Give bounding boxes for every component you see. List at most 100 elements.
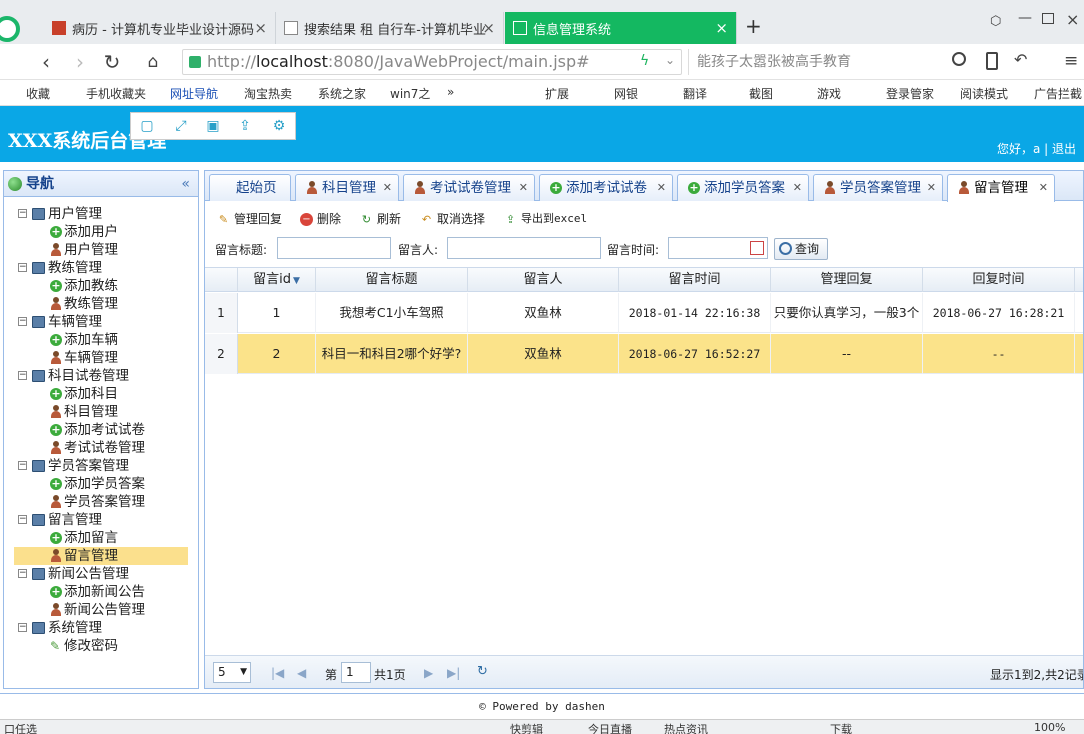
nav-group[interactable]: − 用户管理 (4, 205, 198, 223)
refresh-button[interactable]: ↻ 刷新 (360, 210, 410, 228)
fullscreen-icon[interactable]: ⤢ (173, 118, 189, 134)
search-icon[interactable] (952, 52, 966, 66)
logout-link[interactable]: 退出 (1052, 142, 1076, 156)
prev-page-icon[interactable]: ◀ (297, 666, 306, 680)
bookmark-item[interactable]: 收藏 (26, 85, 50, 102)
person-input[interactable] (447, 237, 601, 259)
table-row[interactable]: 1 1 我想考C1小车驾照 双鱼林 2018-01-14 22:16:38 只要你认真学习… (205, 293, 1083, 333)
content-tab[interactable]: + 添加学员答案 ✕ (677, 174, 809, 201)
content-tab[interactable]: 起始页 (209, 174, 291, 201)
content-tab[interactable]: 科目管理 ✕ (295, 174, 399, 201)
bookmark-item[interactable]: 网银 (614, 85, 638, 102)
collapse-toggle-icon[interactable]: − (18, 461, 27, 470)
save-icon[interactable]: ▣ (205, 118, 221, 134)
bookmark-item[interactable]: 游戏 (817, 85, 841, 102)
bookmark-item[interactable]: 截图 (749, 85, 773, 102)
nav-group[interactable]: − 新闻公告管理 (4, 565, 198, 583)
delete-button[interactable]: − 删除 (300, 210, 350, 228)
dropdown-icon[interactable]: ⌄ (665, 53, 675, 67)
status-item[interactable]: 快剪辑 (510, 721, 543, 734)
unselect-button[interactable]: ↶ 取消选择 (420, 210, 490, 228)
nav-group[interactable]: − 学员答案管理 (4, 457, 198, 475)
column-header[interactable]: 留言时间 (619, 268, 771, 292)
close-icon[interactable]: ✕ (657, 175, 666, 201)
collapse-icon[interactable]: « (181, 171, 190, 197)
status-item[interactable]: 口任选 (4, 721, 37, 734)
table-row[interactable]: 2 2 科目一和科目2哪个好学? 双鱼林 2018-06-27 16:52:27 -- -- (205, 334, 1083, 374)
back-icon[interactable]: ‹ (34, 50, 58, 74)
content-tab[interactable]: 考试试卷管理 ✕ (403, 174, 535, 201)
close-icon[interactable]: ✕ (383, 175, 392, 201)
bookmark-item[interactable]: 手机收藏夹 (86, 85, 146, 102)
bookmark-more[interactable]: » (447, 85, 454, 99)
search-input[interactable]: 能孩子太嚣张被高手教育 (688, 49, 978, 75)
page-size-select[interactable]: 5 ▼ (213, 662, 251, 683)
bookmark-page-icon[interactable]: ▢ (139, 118, 155, 134)
share-icon[interactable]: ⇪ (237, 118, 253, 134)
collapse-toggle-icon[interactable]: − (18, 371, 27, 380)
column-header[interactable]: 留言标题 (316, 268, 468, 292)
bookmark-item[interactable]: 翻译 (683, 85, 707, 102)
nav-item[interactable]: + 添加教练 (4, 277, 198, 295)
collapse-toggle-icon[interactable]: − (18, 263, 27, 272)
content-tab[interactable]: 留言管理 ✕ (947, 174, 1055, 202)
title-input[interactable] (277, 237, 391, 259)
nav-group[interactable]: − 车辆管理 (4, 313, 198, 331)
refresh-icon[interactable]: ↻ (477, 664, 488, 679)
nav-item[interactable]: + 添加学员答案 (4, 475, 198, 493)
gear-icon[interactable]: ⚙ (271, 118, 287, 134)
column-header[interactable]: 管理回复 (771, 268, 923, 292)
status-item[interactable]: 热点资讯 (664, 721, 708, 734)
nav-item[interactable]: 新闻公告管理 (4, 601, 198, 619)
undo-icon[interactable]: ↶ (1014, 50, 1027, 69)
close-icon[interactable]: ✕ (927, 175, 936, 201)
nav-item[interactable]: + 添加考试试卷 (4, 421, 198, 439)
bookmark-item[interactable]: 广告拦截 (1034, 85, 1082, 102)
column-header[interactable]: 留言人 (468, 268, 619, 292)
nav-item[interactable]: 留言管理 (14, 547, 188, 565)
speed-icon[interactable]: ϟ (640, 53, 649, 69)
nav-group[interactable]: − 留言管理 (4, 511, 198, 529)
close-icon[interactable]: × (715, 19, 728, 37)
calendar-icon[interactable] (750, 241, 764, 255)
new-tab-button[interactable]: + (745, 14, 762, 38)
url-input[interactable]: http://localhost:8080/JavaWebProject/mai… (182, 49, 682, 75)
close-window-icon[interactable]: × (1066, 10, 1079, 29)
first-page-icon[interactable]: |◀ (271, 666, 284, 680)
nav-item[interactable]: 考试试卷管理 (4, 439, 198, 457)
nav-item[interactable]: 用户管理 (4, 241, 198, 259)
nav-item[interactable]: ✎ 修改密码 (4, 637, 198, 655)
nav-item[interactable]: + 添加车辆 (4, 331, 198, 349)
nav-item[interactable]: + 添加用户 (4, 223, 198, 241)
bookmark-item[interactable]: 登录管家 (886, 85, 934, 102)
bookmark-item[interactable]: 阅读模式 (960, 85, 1008, 102)
status-item[interactable]: 今日直播 (588, 721, 632, 734)
status-item[interactable]: 下载 (830, 721, 852, 734)
bookmark-item[interactable]: 淘宝热卖 (244, 85, 292, 102)
export-excel-button[interactable]: ⇪ 导出到excel (504, 210, 594, 228)
bookmark-item[interactable]: win7之 (390, 85, 430, 102)
nav-item[interactable]: + 添加留言 (4, 529, 198, 547)
close-icon[interactable]: × (254, 19, 267, 37)
nav-group[interactable]: − 系统管理 (4, 619, 198, 637)
close-icon[interactable]: ✕ (793, 175, 802, 201)
nav-item[interactable]: 科目管理 (4, 403, 198, 421)
browser-tab-2[interactable]: 搜索结果 租 自行车-计算机毕业 × (276, 12, 504, 44)
nav-group[interactable]: − 教练管理 (4, 259, 198, 277)
close-icon[interactable]: ✕ (1039, 175, 1048, 201)
nav-item[interactable]: + 添加新闻公告 (4, 583, 198, 601)
close-icon[interactable]: ✕ (519, 175, 528, 201)
content-tab[interactable]: + 添加考试试卷 ✕ (539, 174, 673, 201)
forward-icon[interactable]: › (68, 50, 92, 74)
collapse-toggle-icon[interactable]: − (18, 569, 27, 578)
nav-group[interactable]: − 科目试卷管理 (4, 367, 198, 385)
menu-icon[interactable]: ≡ (1064, 51, 1078, 71)
nav-item[interactable]: + 添加科目 (4, 385, 198, 403)
nav-item[interactable]: 学员答案管理 (4, 493, 198, 511)
query-button[interactable]: 查询 (774, 238, 828, 260)
page-number-input[interactable]: 1 (341, 662, 371, 683)
browser-tab-3[interactable]: 信息管理系统 × (505, 12, 737, 44)
reload-icon[interactable]: ↻ (100, 50, 124, 74)
last-page-icon[interactable]: ▶| (447, 666, 460, 680)
skin-icon[interactable]: ⬡ (990, 14, 1001, 29)
